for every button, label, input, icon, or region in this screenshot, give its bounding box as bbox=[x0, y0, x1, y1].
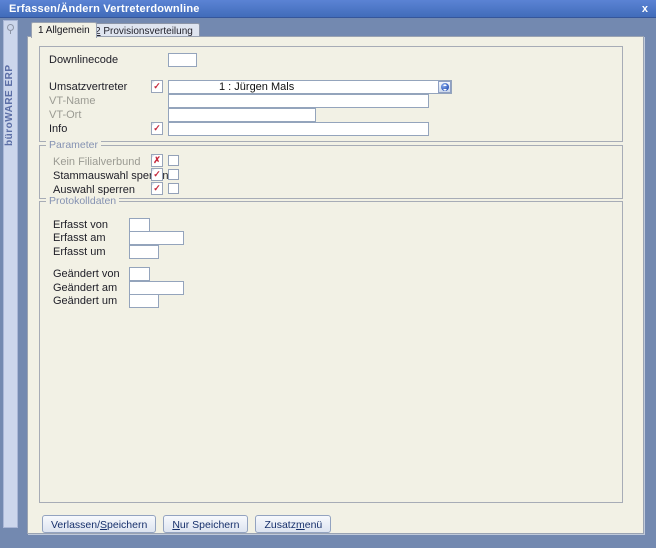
stammauswahl-sperren-checkbox[interactable] bbox=[168, 169, 179, 180]
protokolldaten-groupbox: Protokolldaten bbox=[39, 201, 623, 503]
tab-allgemein[interactable]: 1 Allgemein bbox=[31, 22, 97, 38]
dropdown-spinner-icon[interactable] bbox=[438, 81, 451, 93]
geaendert-um-input[interactable] bbox=[129, 294, 159, 308]
auswahl-sperren-checkbox[interactable] bbox=[168, 183, 179, 194]
vt-name-input[interactable] bbox=[168, 94, 429, 108]
tab-provisionsverteilung[interactable]: 2 Provisionsverteilung bbox=[88, 23, 200, 37]
application-window: { "colors": { "titlebar_blue": "#4a74c6"… bbox=[0, 0, 656, 548]
erfasst-von-input[interactable] bbox=[129, 218, 150, 232]
geaendert-um-label: Geändert um bbox=[53, 294, 117, 308]
kein-filialverbund-label: Kein Filialverbund bbox=[53, 155, 140, 169]
parameter-legend: Parameter bbox=[46, 139, 101, 151]
geaendert-am-input[interactable] bbox=[129, 281, 184, 295]
erfasst-von-label: Erfasst von bbox=[53, 218, 108, 232]
geaendert-von-input[interactable] bbox=[129, 267, 150, 281]
info-label: Info bbox=[49, 122, 67, 136]
kein-filialverbund-checkbox[interactable] bbox=[168, 155, 179, 166]
vt-name-label: VT-Name bbox=[49, 94, 95, 108]
edit-check-icon[interactable]: ✓ bbox=[151, 168, 163, 181]
umsatzvertreter-label: Umsatzvertreter bbox=[49, 80, 127, 94]
edit-check-icon[interactable]: ✓ bbox=[151, 182, 163, 195]
brand-label: büroWARE ERP bbox=[4, 49, 17, 161]
edit-cross-icon[interactable]: ✗ bbox=[151, 154, 163, 167]
verlassen-speichern-button[interactable]: Verlassen/Speichern bbox=[42, 515, 156, 533]
umsatzvertreter-dropdown[interactable]: 1 : Jürgen Mals bbox=[168, 80, 452, 94]
umsatzvertreter-value: 1 : Jürgen Mals bbox=[169, 81, 451, 93]
nur-speichern-button[interactable]: Nur Speichern bbox=[163, 515, 248, 533]
erfasst-am-label: Erfasst am bbox=[53, 231, 106, 245]
pin-icon[interactable] bbox=[7, 24, 15, 32]
erfasst-um-input[interactable] bbox=[129, 245, 159, 259]
vt-ort-input[interactable] bbox=[168, 108, 316, 122]
downlinecode-input[interactable] bbox=[168, 53, 197, 67]
erfasst-um-label: Erfasst um bbox=[53, 245, 106, 259]
downlinecode-label: Downlinecode bbox=[49, 53, 118, 67]
window-title: Erfassen/Ändern Vertreterdownline bbox=[0, 3, 200, 15]
titlebar: Erfassen/Ändern Vertreterdownline x bbox=[0, 0, 656, 18]
zusatzmenu-button[interactable]: Zusatzmenü bbox=[255, 515, 331, 533]
geaendert-am-label: Geändert am bbox=[53, 281, 117, 295]
tab-content-panel: Downlinecode Umsatzvertreter ✓ 1 : Jürge… bbox=[27, 36, 644, 534]
vt-ort-label: VT-Ort bbox=[49, 108, 81, 122]
edit-flag-icon[interactable]: ✓ bbox=[151, 80, 163, 93]
info-input[interactable] bbox=[168, 122, 429, 136]
erfasst-am-input[interactable] bbox=[129, 231, 184, 245]
close-icon[interactable]: x bbox=[642, 1, 648, 17]
tab-allgemein-label: 1 Allgemein bbox=[38, 25, 90, 36]
protokolldaten-legend: Protokolldaten bbox=[46, 195, 119, 207]
edit-flag-icon[interactable]: ✓ bbox=[151, 122, 163, 135]
geaendert-von-label: Geändert von bbox=[53, 267, 120, 281]
button-bar: Verlassen/Speichern Nur Speichern Zusatz… bbox=[42, 515, 331, 533]
sidebar-strip: büroWARE ERP bbox=[3, 20, 18, 528]
